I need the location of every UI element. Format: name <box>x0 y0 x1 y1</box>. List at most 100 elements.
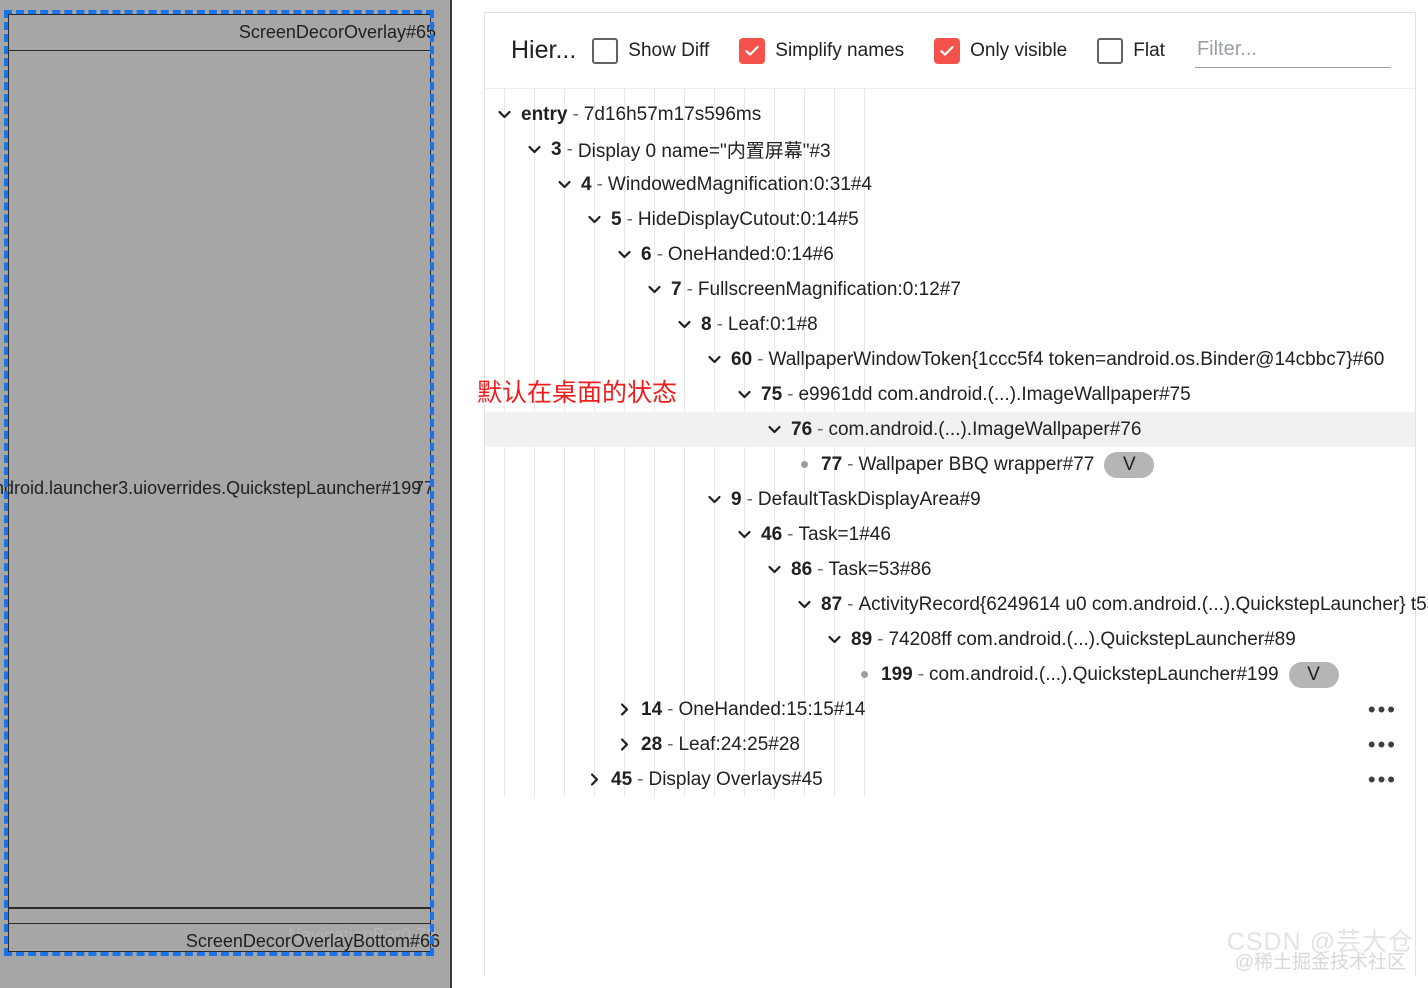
option-show-diff[interactable]: Show Diff <box>592 38 735 64</box>
hierarchy-toolbar: Hier... Show DiffSimplify namesOnly visi… <box>485 13 1415 89</box>
tree-node-label: WallpaperWindowToken{1ccc5f4 token=andro… <box>768 349 1384 371</box>
tree-node-id: 4 <box>581 174 592 196</box>
tree-row[interactable]: 76-com.android.(...).ImageWallpaper#76 <box>485 412 1415 447</box>
tree-node-label: WindowedMagnification:0:31#4 <box>608 174 872 196</box>
tree-node-label: Display Overlays#45 <box>648 769 822 791</box>
option-flat[interactable]: Flat <box>1097 38 1191 64</box>
bounds-navigation-bar <box>8 908 431 924</box>
tree-row[interactable]: 5-HideDisplayCutout:0:14#5 <box>485 202 1415 237</box>
chevron-down-icon[interactable] <box>703 349 725 371</box>
option-label-show-diff: Show Diff <box>628 40 709 62</box>
tree-node-id: 199 <box>881 664 913 686</box>
tree-node-id: 75 <box>761 384 782 406</box>
tree-node-id: 9 <box>731 489 742 511</box>
checkbox-simplify-names[interactable] <box>739 38 765 64</box>
tree-row[interactable]: 9-DefaultTaskDisplayArea#9 <box>485 482 1415 517</box>
tree-node-id: 76 <box>791 419 812 441</box>
tree-node-separator: - <box>667 699 673 721</box>
tree-node-id: 46 <box>761 524 782 546</box>
chevron-down-icon[interactable] <box>643 279 665 301</box>
tree-row[interactable]: 46-Task=1#46 <box>485 517 1415 552</box>
tree-node-label: Task=1#46 <box>798 524 890 546</box>
tree-node-label: FullscreenMagnification:0:12#7 <box>698 279 961 301</box>
tree-row[interactable]: 8-Leaf:0:1#8 <box>485 307 1415 342</box>
chevron-right-icon[interactable] <box>613 734 635 756</box>
option-label-only-visible: Only visible <box>970 40 1067 62</box>
chevron-right-icon[interactable] <box>583 769 605 791</box>
chevron-down-icon[interactable] <box>733 524 755 546</box>
option-only-visible[interactable]: Only visible <box>934 38 1093 64</box>
hierarchy-panel: Hier... Show DiffSimplify namesOnly visi… <box>484 12 1416 976</box>
chevron-down-icon[interactable] <box>613 244 635 266</box>
row-overflow-menu-icon[interactable]: ••• <box>1368 769 1397 791</box>
tree-node-id: 77 <box>821 454 842 476</box>
chevron-right-icon[interactable] <box>613 699 635 721</box>
tree-node-separator: - <box>787 384 793 406</box>
checkbox-show-diff[interactable] <box>592 38 618 64</box>
tree-node-id: 89 <box>851 629 872 651</box>
tree-node-separator: - <box>918 664 924 686</box>
tree-row[interactable]: 89-74208ff com.android.(...).QuickstepLa… <box>485 622 1415 657</box>
chevron-down-icon[interactable] <box>703 489 725 511</box>
tree-node-label: OneHanded:0:14#6 <box>668 244 834 266</box>
chevron-down-icon[interactable] <box>523 139 545 161</box>
tree-node-label: e9961dd com.android.(...).ImageWallpaper… <box>798 384 1190 406</box>
tree-node-id: 45 <box>611 769 632 791</box>
tree-row[interactable]: 28-Leaf:24:25#28••• <box>485 727 1415 762</box>
option-simplify-names[interactable]: Simplify names <box>739 38 930 64</box>
tree-row[interactable]: 45-Display Overlays#45 ••• <box>485 762 1415 797</box>
chevron-down-icon[interactable] <box>823 629 845 651</box>
leaf-bullet-icon <box>793 454 815 476</box>
device-screen-preview[interactable]: ScreenDecorOverlay#65 ndroid.launcher3.u… <box>0 0 452 988</box>
tree-row[interactable]: 77-Wallpaper BBQ wrapper#77V <box>485 447 1415 482</box>
tree-node-label: HideDisplayCutout:0:14#5 <box>638 209 859 231</box>
tree-node-separator: - <box>657 244 663 266</box>
filter-input[interactable] <box>1195 34 1391 68</box>
tree-node-separator: - <box>747 489 753 511</box>
leaf-bullet-icon <box>853 664 875 686</box>
chevron-down-icon[interactable] <box>793 594 815 616</box>
chevron-down-icon[interactable] <box>763 419 785 441</box>
chevron-down-icon[interactable] <box>763 559 785 581</box>
visibility-badge[interactable]: V <box>1104 452 1154 478</box>
chevron-down-icon[interactable] <box>493 104 515 126</box>
tree-node-label: OneHanded:15:15#14 <box>678 699 865 721</box>
row-overflow-menu-icon[interactable]: ••• <box>1368 699 1397 721</box>
watermark-juejin: @稀土掘金技术社区 <box>1235 947 1406 974</box>
label-screen-decor-overlay-bottom: ScreenDecorOverlayBottom#66 <box>186 931 440 952</box>
tree-node-separator: - <box>637 769 643 791</box>
tree-node-label: Leaf:24:25#28 <box>678 734 800 756</box>
tree-row[interactable]: 14-OneHanded:15:15#14••• <box>485 692 1415 727</box>
tree-node-separator: - <box>817 419 823 441</box>
tree-node-separator: - <box>877 629 883 651</box>
tree-node-separator: - <box>847 594 853 616</box>
tree-row[interactable]: 60-WallpaperWindowToken{1ccc5f4 token=an… <box>485 342 1415 377</box>
tree-row[interactable]: 87-ActivityRecord{6249614 u0 com.android… <box>485 587 1415 622</box>
tree-row[interactable]: 86-Task=53#86 <box>485 552 1415 587</box>
tree-node-separator: - <box>567 139 573 161</box>
tree-row[interactable]: 6-OneHanded:0:14#6 <box>485 237 1415 272</box>
label-quickstep-launcher-tail: 77 <box>414 478 434 499</box>
tree-row[interactable]: 199-com.android.(...).QuickstepLauncher#… <box>485 657 1415 692</box>
tree-node-separator: - <box>572 104 578 126</box>
checkbox-only-visible[interactable] <box>934 38 960 64</box>
visibility-badge[interactable]: V <box>1289 662 1339 688</box>
tree-node-separator: - <box>787 524 793 546</box>
chevron-down-icon[interactable] <box>553 174 575 196</box>
tree-node-label: DefaultTaskDisplayArea#9 <box>758 489 981 511</box>
checkbox-flat[interactable] <box>1097 38 1123 64</box>
chevron-down-icon[interactable] <box>673 314 695 336</box>
tree-row[interactable]: 7-FullscreenMagnification:0:12#7 <box>485 272 1415 307</box>
tree-row[interactable]: entry-7d16h57m17s596ms <box>485 97 1415 132</box>
row-overflow-menu-icon[interactable]: ••• <box>1368 734 1397 756</box>
chevron-down-icon[interactable] <box>733 384 755 406</box>
tree-node-id: 7 <box>671 279 682 301</box>
tree-node-label: Leaf:0:1#8 <box>728 314 818 336</box>
label-quickstep-launcher: ndroid.launcher3.uioverrides.QuickstepLa… <box>0 478 421 499</box>
tree-node-id: 8 <box>701 314 712 336</box>
tree-row[interactable]: 3-Display 0 name="内置屏幕"#3 <box>485 132 1415 167</box>
chevron-down-icon[interactable] <box>583 209 605 231</box>
tree-node-id: 87 <box>821 594 842 616</box>
tree-row[interactable]: 4-WindowedMagnification:0:31#4 <box>485 167 1415 202</box>
hierarchy-tree[interactable]: entry-7d16h57m17s596ms3-Display 0 name="… <box>485 89 1415 797</box>
